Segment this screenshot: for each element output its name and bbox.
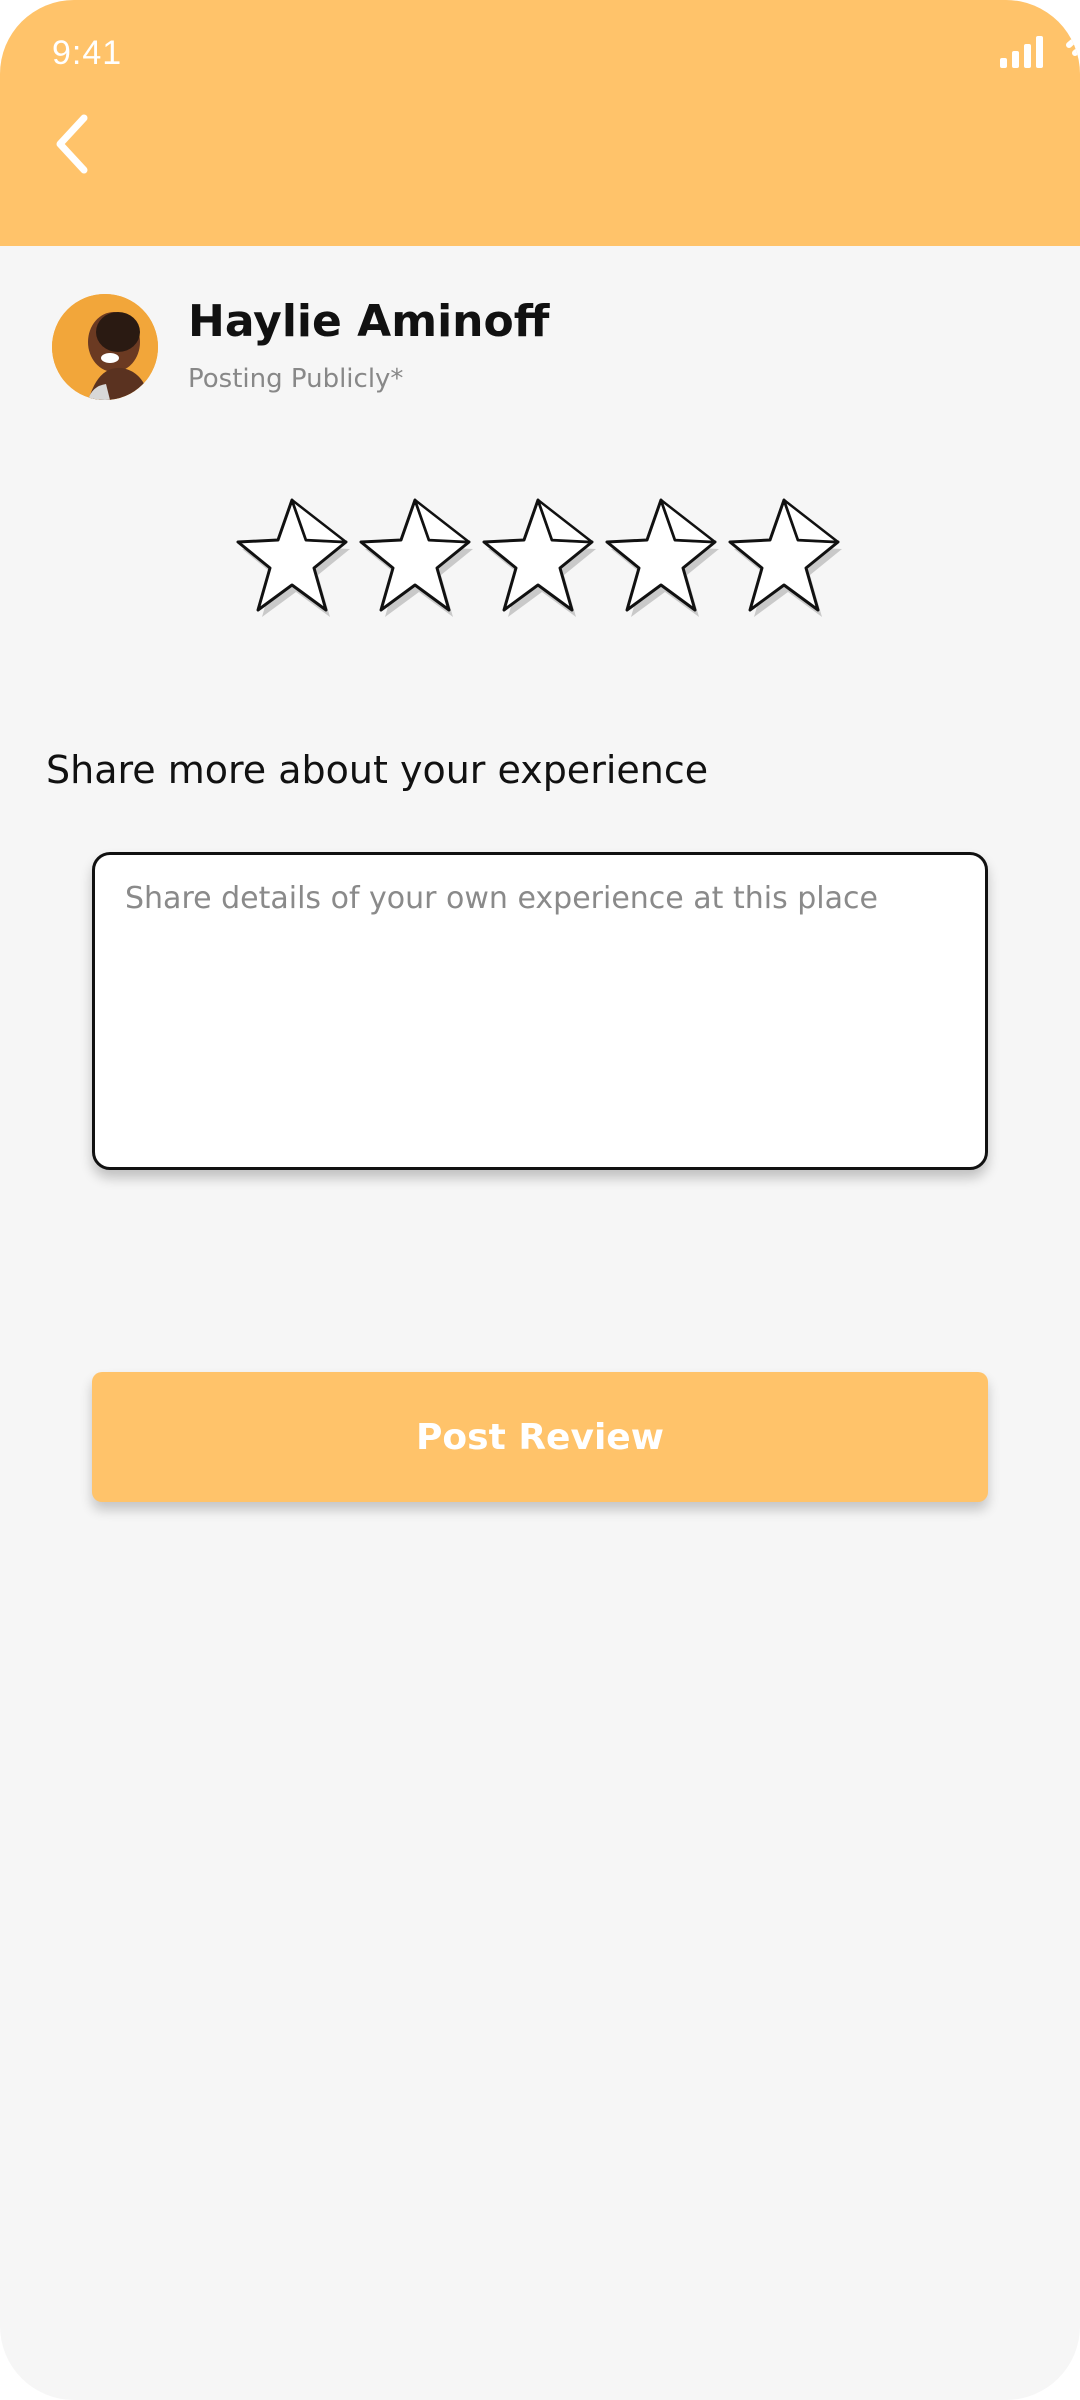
star-rating-button-5[interactable] (726, 492, 842, 622)
star-outline-icon (236, 498, 350, 617)
star-outline-icon (482, 498, 596, 617)
review-input[interactable] (92, 852, 988, 1170)
header-bar: 9:41 99 (0, 0, 1080, 246)
star-rating-button-1[interactable] (234, 492, 350, 622)
signal-icon (1000, 36, 1043, 68)
screen: 9:41 99 (0, 0, 1080, 2400)
star-outline-icon (728, 498, 842, 617)
star-rating-button-2[interactable] (357, 492, 473, 622)
star-outline-icon (605, 498, 719, 617)
chevron-left-icon (56, 114, 88, 174)
star-rating-button-3[interactable] (480, 492, 596, 622)
posting-visibility: Posting Publicly* (188, 364, 404, 394)
avatar (52, 294, 158, 400)
star-outline-icon (359, 498, 473, 617)
wifi-icon (1066, 35, 1080, 56)
post-review-button[interactable]: Post Review (92, 1372, 988, 1502)
status-time: 9:41 (52, 34, 123, 72)
star-rating (234, 492, 846, 632)
star-rating-button-4[interactable] (603, 492, 719, 622)
avatar-image (52, 294, 158, 400)
section-heading: Share more about your experience (46, 748, 709, 792)
user-name: Haylie Aminoff (188, 296, 550, 347)
back-button[interactable] (46, 108, 102, 180)
